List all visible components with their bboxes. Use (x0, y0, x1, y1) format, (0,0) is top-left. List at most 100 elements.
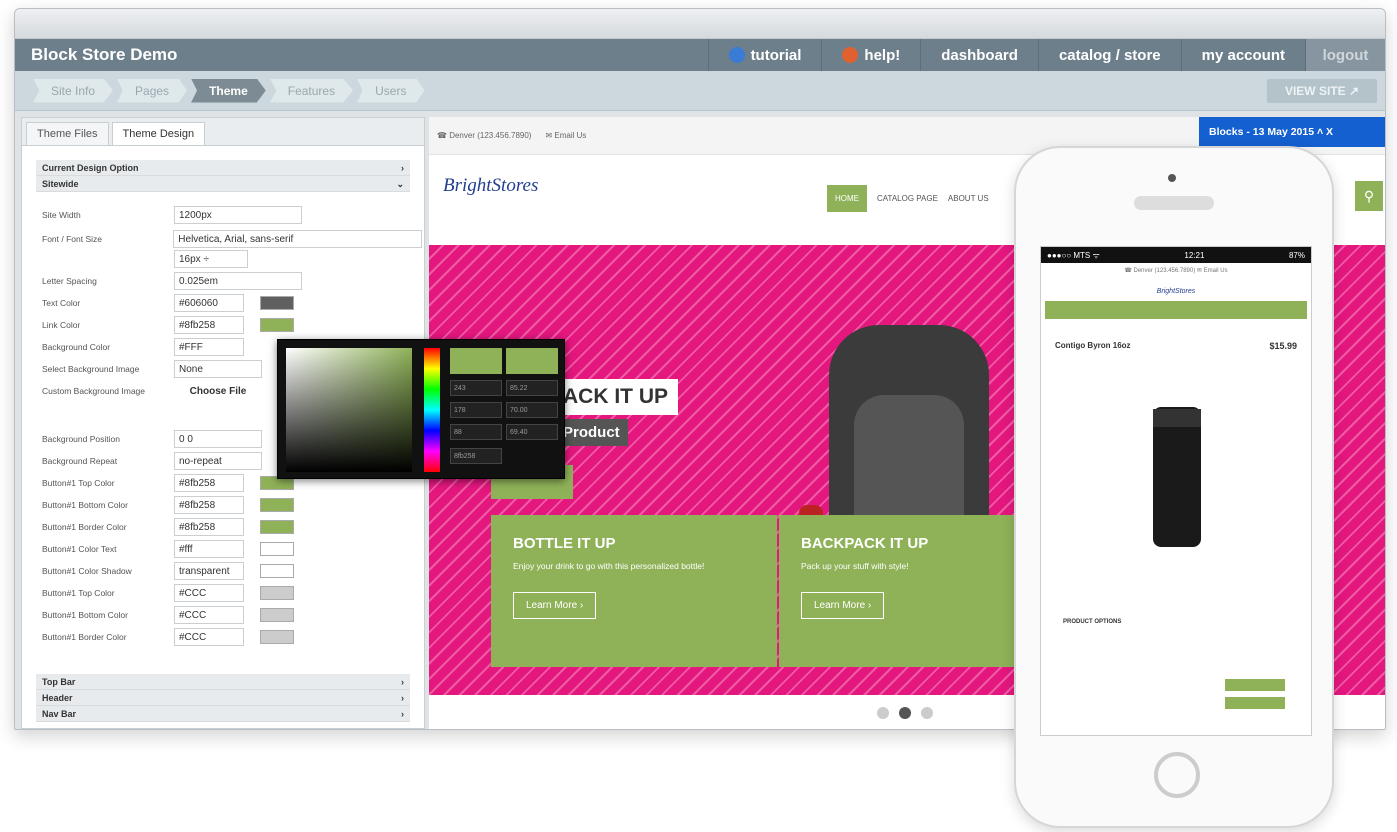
logout-button[interactable]: logout (1305, 39, 1385, 71)
field-row: Link Color #8fb258 (42, 316, 422, 334)
topnav-label: my account (1201, 46, 1285, 64)
carousel-dot-active[interactable] (899, 707, 911, 719)
field-input[interactable]: #8fb258 (174, 316, 244, 334)
field-label: Background Color (42, 342, 111, 352)
color-swatch[interactable] (260, 318, 294, 332)
field-input[interactable]: 1200px (174, 206, 302, 224)
field-row: Button#1 Top Color #CCC (42, 584, 422, 602)
field-input[interactable]: #FFF (174, 338, 244, 356)
phone-home-button[interactable] (1154, 752, 1200, 798)
field-label: Background Repeat (42, 456, 118, 466)
field-row: Button#1 Border Color #CCC (42, 628, 422, 646)
field-input[interactable]: 16px ÷ (174, 250, 248, 268)
preview-nav-about-us[interactable]: ABOUT US (948, 194, 989, 203)
field-label: Custom Background Image (42, 386, 145, 396)
hue-slider[interactable] (424, 348, 440, 472)
picker-value-field[interactable]: 70.00 (506, 402, 558, 418)
field-input[interactable]: transparent (174, 562, 244, 580)
learn-more-button[interactable]: Learn More › (513, 592, 597, 619)
picker-value-field[interactable]: 243 (450, 380, 502, 396)
carousel-dot[interactable] (921, 707, 933, 719)
field-input[interactable]: #CCC (174, 584, 244, 602)
color-swatch[interactable] (260, 630, 294, 644)
wizard-steps: Site Info Pages Theme Features Users (15, 71, 1385, 111)
field-input[interactable]: no-repeat (174, 452, 262, 470)
field-row: Button#1 Bottom Color #CCC (42, 606, 422, 624)
field-input[interactable]: Helvetica, Arial, sans-serif (173, 230, 422, 248)
step-features[interactable]: Features (269, 78, 354, 103)
topnav-item-tutorial[interactable]: tutorial (707, 39, 822, 71)
field-input[interactable]: 0.025em (174, 272, 302, 290)
mobile-nav-bar[interactable] (1045, 301, 1307, 319)
search-icon[interactable]: ⚲ (1355, 181, 1383, 211)
field-input[interactable]: #8fb258 (174, 496, 244, 514)
section-top-bar[interactable]: Top Bar › (36, 674, 410, 690)
field-input[interactable]: #8fb258 (174, 474, 244, 492)
choose-file-button[interactable]: Choose File (174, 382, 262, 400)
field-row: Text Color #606060 (42, 294, 422, 312)
topnav-label: catalog / store (1058, 46, 1161, 64)
field-row: Button#1 Color Text #fff (42, 540, 422, 558)
field-label: Letter Spacing (42, 276, 97, 286)
field-row: Letter Spacing 0.025em (42, 272, 422, 290)
panel-tabs: Theme Files Theme Design (22, 118, 424, 146)
email-link[interactable]: ✉ Email Us (545, 131, 586, 140)
promo-card: BOTTLE IT UP Enjoy your drink to go with … (491, 515, 777, 667)
field-input[interactable]: #CCC (174, 628, 244, 646)
topnav-item-help[interactable]: help! (821, 39, 920, 71)
blocks-panel-bar[interactable]: Blocks - 13 May 2015 ˄ X (1199, 117, 1385, 147)
step-site-info[interactable]: Site Info (33, 78, 114, 103)
field-label: Button#1 Top Color (42, 478, 115, 488)
color-swatch[interactable] (260, 520, 294, 534)
picker-value-field[interactable]: 85.22 (506, 380, 558, 396)
carousel-dots (877, 707, 933, 719)
picker-hex-field[interactable]: 8fb258 (450, 448, 502, 464)
top-bar: Block Store Demo tutorial help! dashboard c… (15, 39, 1385, 71)
color-swatch[interactable] (260, 608, 294, 622)
field-row: Button#1 Color Shadow transparent (42, 562, 422, 580)
mobile-add-to-wishlist[interactable] (1225, 697, 1285, 709)
field-input[interactable]: #606060 (174, 294, 244, 312)
field-input[interactable]: #CCC (174, 606, 244, 624)
tumbler-image (1153, 407, 1201, 547)
picker-value-field[interactable]: 178 (450, 402, 502, 418)
field-label: Button#1 Color Text (42, 544, 117, 554)
tab-theme-files[interactable]: Theme Files (26, 122, 109, 145)
field-input[interactable]: None (174, 360, 262, 378)
section-current-design[interactable]: Current Design Option › (36, 160, 410, 176)
field-input[interactable]: #8fb258 (174, 518, 244, 536)
color-swatch[interactable] (260, 498, 294, 512)
phone-link[interactable]: ☎ Denver (123.456.7890) (437, 131, 531, 140)
color-swatch[interactable] (260, 564, 294, 578)
picker-value-field[interactable]: 69.40 (506, 424, 558, 440)
section-nav-bar[interactable]: Nav Bar › (36, 706, 410, 722)
view-site-button[interactable]: VIEW SITE ↗ (1267, 79, 1377, 103)
picker-value-field[interactable]: 88 (450, 424, 502, 440)
color-swatch[interactable] (260, 586, 294, 600)
mobile-logo[interactable]: BrightStores (1041, 288, 1311, 295)
tab-theme-design[interactable]: Theme Design (111, 122, 206, 145)
field-input[interactable]: #fff (174, 540, 244, 558)
promo-title: BACKPACK IT UP (801, 535, 929, 552)
color-swatch[interactable] (260, 296, 294, 310)
step-theme[interactable]: Theme (191, 78, 266, 103)
color-swatch[interactable] (260, 542, 294, 556)
step-users[interactable]: Users (357, 78, 425, 103)
topnav-item-dashboard[interactable]: dashboard (920, 39, 1038, 71)
learn-more-button[interactable]: Learn More › (801, 592, 885, 619)
store-logo[interactable]: BrightStores (443, 175, 538, 197)
field-row: Button#1 Bottom Color #8fb258 (42, 496, 422, 514)
topnav-item-catalogstore[interactable]: catalog / store (1037, 39, 1181, 71)
field-input[interactable]: 0 0 (174, 430, 262, 448)
step-pages[interactable]: Pages (117, 78, 188, 103)
mobile-add-to-cart[interactable] (1225, 679, 1285, 691)
field-label: Button#1 Top Color (42, 588, 115, 598)
preview-nav-home[interactable]: HOME (827, 185, 867, 212)
promo-title: BOTTLE IT UP (513, 535, 616, 552)
section-header[interactable]: Header › (36, 690, 410, 706)
preview-nav-catalog-page[interactable]: CATALOG PAGE (877, 194, 938, 203)
topnav-item-myaccount[interactable]: my account (1180, 39, 1305, 71)
section-sitewide[interactable]: Sitewide ⌄ (36, 176, 410, 192)
saturation-area[interactable] (286, 348, 412, 472)
carousel-dot[interactable] (877, 707, 889, 719)
